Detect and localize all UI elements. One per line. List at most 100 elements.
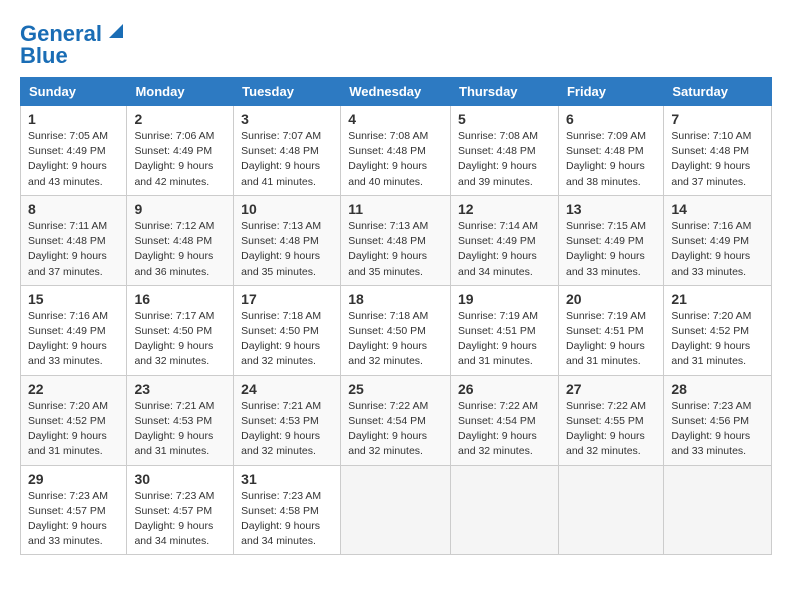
calendar-cell: 19 Sunrise: 7:19 AMSunset: 4:51 PMDayligh…: [451, 285, 559, 375]
calendar-cell: 12Sunrise: 7:14 AMSunset: 4:49 PMDayligh…: [451, 195, 559, 285]
day-header-friday: Friday: [558, 78, 663, 106]
day-info: Sunrise: 7:21 AMSunset: 4:53 PMDaylight:…: [134, 399, 226, 460]
calendar-cell: 18 Sunrise: 7:18 AMSunset: 4:50 PMDayligh…: [341, 285, 451, 375]
day-info: Sunrise: 7:23 AMSunset: 4:57 PMDaylight:…: [28, 489, 119, 550]
logo-icon: [105, 16, 123, 38]
day-info: Sunrise: 7:22 AMSunset: 4:54 PMDaylight:…: [458, 399, 551, 460]
calendar-cell: 26 Sunrise: 7:22 AMSunset: 4:54 PMDayligh…: [451, 375, 559, 465]
day-number: 26: [458, 381, 551, 397]
day-number: 16: [134, 291, 226, 307]
calendar-cell: 1Sunrise: 7:05 AMSunset: 4:49 PMDaylight…: [21, 106, 127, 196]
day-info: Sunrise: 7:07 AMSunset: 4:48 PMDaylight:…: [241, 129, 333, 190]
day-number: 25: [348, 381, 443, 397]
day-number: 2: [134, 111, 226, 127]
day-info: Sunrise: 7:14 AMSunset: 4:49 PMDaylight:…: [458, 219, 551, 280]
calendar-cell: 6 Sunrise: 7:09 AMSunset: 4:48 PMDaylight…: [558, 106, 663, 196]
calendar-cell: [451, 465, 559, 555]
calendar-cell: 7 Sunrise: 7:10 AMSunset: 4:48 PMDaylight…: [664, 106, 772, 196]
day-number: 22: [28, 381, 119, 397]
day-info: Sunrise: 7:23 AMSunset: 4:57 PMDaylight:…: [134, 489, 226, 550]
day-number: 14: [671, 201, 764, 217]
calendar-cell: 23Sunrise: 7:21 AMSunset: 4:53 PMDayligh…: [127, 375, 234, 465]
day-number: 20: [566, 291, 656, 307]
calendar-cell: 15Sunrise: 7:16 AMSunset: 4:49 PMDayligh…: [21, 285, 127, 375]
day-header-wednesday: Wednesday: [341, 78, 451, 106]
day-header-saturday: Saturday: [664, 78, 772, 106]
calendar-cell: [664, 465, 772, 555]
day-number: 31: [241, 471, 333, 487]
calendar-cell: 5Sunrise: 7:08 AMSunset: 4:48 PMDaylight…: [451, 106, 559, 196]
day-info: Sunrise: 7:12 AMSunset: 4:48 PMDaylight:…: [134, 219, 226, 280]
day-info: Sunrise: 7:06 AMSunset: 4:49 PMDaylight:…: [134, 129, 226, 190]
logo: General Blue: [20, 16, 123, 67]
day-info: Sunrise: 7:19 AMSunset: 4:51 PMDaylight:…: [458, 309, 551, 370]
calendar-cell: 21 Sunrise: 7:20 AMSunset: 4:52 PMDayligh…: [664, 285, 772, 375]
day-info: Sunrise: 7:22 AMSunset: 4:54 PMDaylight:…: [348, 399, 443, 460]
day-header-thursday: Thursday: [451, 78, 559, 106]
day-info: Sunrise: 7:20 AMSunset: 4:52 PMDaylight:…: [28, 399, 119, 460]
day-info: Sunrise: 7:16 AMSunset: 4:49 PMDaylight:…: [671, 219, 764, 280]
calendar-cell: 22 Sunrise: 7:20 AMSunset: 4:52 PMDayligh…: [21, 375, 127, 465]
day-number: 6: [566, 111, 656, 127]
day-number: 15: [28, 291, 119, 307]
calendar-cell: 30 Sunrise: 7:23 AMSunset: 4:57 PMDayligh…: [127, 465, 234, 555]
day-info: Sunrise: 7:10 AMSunset: 4:48 PMDaylight:…: [671, 129, 764, 190]
calendar-cell: 16 Sunrise: 7:17 AMSunset: 4:50 PMDayligh…: [127, 285, 234, 375]
day-info: Sunrise: 7:13 AMSunset: 4:48 PMDaylight:…: [241, 219, 333, 280]
day-number: 24: [241, 381, 333, 397]
calendar-cell: 24 Sunrise: 7:21 AMSunset: 4:53 PMDayligh…: [234, 375, 341, 465]
day-number: 18: [348, 291, 443, 307]
day-number: 28: [671, 381, 764, 397]
calendar-week-row: 22 Sunrise: 7:20 AMSunset: 4:52 PMDayligh…: [21, 375, 772, 465]
day-info: Sunrise: 7:15 AMSunset: 4:49 PMDaylight:…: [566, 219, 656, 280]
day-number: 19: [458, 291, 551, 307]
day-info: Sunrise: 7:17 AMSunset: 4:50 PMDaylight:…: [134, 309, 226, 370]
calendar-cell: [558, 465, 663, 555]
calendar-week-row: 15Sunrise: 7:16 AMSunset: 4:49 PMDayligh…: [21, 285, 772, 375]
day-number: 9: [134, 201, 226, 217]
calendar-cell: 20 Sunrise: 7:19 AMSunset: 4:51 PMDayligh…: [558, 285, 663, 375]
calendar-cell: 3Sunrise: 7:07 AMSunset: 4:48 PMDaylight…: [234, 106, 341, 196]
day-info: Sunrise: 7:23 AMSunset: 4:58 PMDaylight:…: [241, 489, 333, 550]
day-info: Sunrise: 7:23 AMSunset: 4:56 PMDaylight:…: [671, 399, 764, 460]
day-info: Sunrise: 7:21 AMSunset: 4:53 PMDaylight:…: [241, 399, 333, 460]
day-number: 10: [241, 201, 333, 217]
day-info: Sunrise: 7:18 AMSunset: 4:50 PMDaylight:…: [241, 309, 333, 370]
calendar-cell: 2 Sunrise: 7:06 AMSunset: 4:49 PMDaylight…: [127, 106, 234, 196]
calendar-cell: 25 Sunrise: 7:22 AMSunset: 4:54 PMDayligh…: [341, 375, 451, 465]
day-number: 8: [28, 201, 119, 217]
calendar-cell: 10 Sunrise: 7:13 AMSunset: 4:48 PMDayligh…: [234, 195, 341, 285]
day-info: Sunrise: 7:22 AMSunset: 4:55 PMDaylight:…: [566, 399, 656, 460]
day-info: Sunrise: 7:19 AMSunset: 4:51 PMDaylight:…: [566, 309, 656, 370]
day-number: 30: [134, 471, 226, 487]
day-number: 29: [28, 471, 119, 487]
day-info: Sunrise: 7:18 AMSunset: 4:50 PMDaylight:…: [348, 309, 443, 370]
calendar-cell: 14 Sunrise: 7:16 AMSunset: 4:49 PMDayligh…: [664, 195, 772, 285]
day-number: 7: [671, 111, 764, 127]
day-info: Sunrise: 7:13 AMSunset: 4:48 PMDaylight:…: [348, 219, 443, 280]
calendar-cell: 9 Sunrise: 7:12 AMSunset: 4:48 PMDaylight…: [127, 195, 234, 285]
calendar-cell: [341, 465, 451, 555]
calendar-cell: 29 Sunrise: 7:23 AMSunset: 4:57 PMDayligh…: [21, 465, 127, 555]
day-info: Sunrise: 7:05 AMSunset: 4:49 PMDaylight:…: [28, 129, 119, 190]
day-header-monday: Monday: [127, 78, 234, 106]
day-info: Sunrise: 7:09 AMSunset: 4:48 PMDaylight:…: [566, 129, 656, 190]
day-info: Sunrise: 7:11 AMSunset: 4:48 PMDaylight:…: [28, 219, 119, 280]
calendar-cell: 11 Sunrise: 7:13 AMSunset: 4:48 PMDayligh…: [341, 195, 451, 285]
calendar-cell: 27 Sunrise: 7:22 AMSunset: 4:55 PMDayligh…: [558, 375, 663, 465]
day-number: 17: [241, 291, 333, 307]
page-header: General Blue: [20, 16, 772, 67]
day-info: Sunrise: 7:20 AMSunset: 4:52 PMDaylight:…: [671, 309, 764, 370]
day-number: 27: [566, 381, 656, 397]
calendar-week-row: 8 Sunrise: 7:11 AMSunset: 4:48 PMDaylight…: [21, 195, 772, 285]
calendar-cell: 28 Sunrise: 7:23 AMSunset: 4:56 PMDayligh…: [664, 375, 772, 465]
calendar-table: SundayMondayTuesdayWednesdayThursdayFrid…: [20, 77, 772, 555]
calendar-week-row: 29 Sunrise: 7:23 AMSunset: 4:57 PMDayligh…: [21, 465, 772, 555]
day-number: 21: [671, 291, 764, 307]
day-number: 11: [348, 201, 443, 217]
day-number: 5: [458, 111, 551, 127]
day-info: Sunrise: 7:08 AMSunset: 4:48 PMDaylight:…: [348, 129, 443, 190]
calendar-cell: 31 Sunrise: 7:23 AMSunset: 4:58 PMDayligh…: [234, 465, 341, 555]
calendar-cell: 4Sunrise: 7:08 AMSunset: 4:48 PMDaylight…: [341, 106, 451, 196]
calendar-cell: 8 Sunrise: 7:11 AMSunset: 4:48 PMDaylight…: [21, 195, 127, 285]
